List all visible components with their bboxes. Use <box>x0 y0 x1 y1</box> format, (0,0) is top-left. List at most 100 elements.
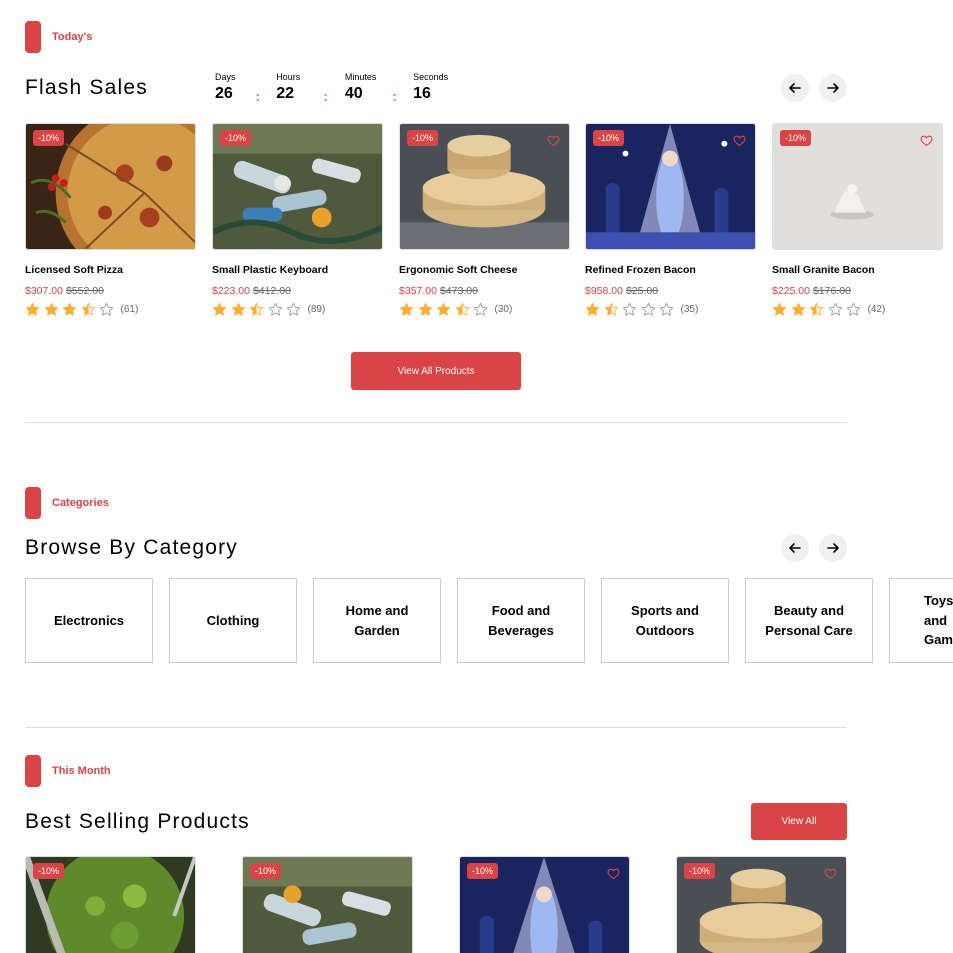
category-prev-button[interactable] <box>781 534 809 562</box>
product-image[interactable]: -10% <box>25 123 196 250</box>
review-count: (35) <box>680 304 699 315</box>
product-prices: $357.00 $473.00 <box>399 285 570 297</box>
product-image[interactable]: -10% <box>25 856 196 953</box>
product-price: $958.00 <box>585 285 623 297</box>
product-image[interactable]: -10% <box>212 123 383 250</box>
product-card[interactable]: -10% Licensed Soft Pizza $307.00 $552.00 … <box>25 123 196 317</box>
categories-tag-label: Categories <box>52 497 109 509</box>
star-icon <box>473 302 488 316</box>
arrow-left-icon <box>789 83 801 93</box>
product-old-price: $412.00 <box>252 285 291 297</box>
flash-prev-button[interactable] <box>781 74 809 102</box>
tag-bar <box>25 755 41 787</box>
star-icon <box>418 302 432 316</box>
category-card-electronics[interactable]: Electronics <box>25 578 153 663</box>
product-name[interactable]: Refined Frozen Bacon <box>585 264 756 276</box>
arrow-left-icon <box>789 543 801 553</box>
star-icon <box>286 302 301 316</box>
product-image[interactable]: -10% <box>676 856 847 953</box>
countdown-colon: : <box>255 88 261 104</box>
countdown-value: 40 <box>344 85 363 102</box>
star-icon <box>809 302 824 316</box>
arrow-right-icon <box>827 543 839 553</box>
countdown-label: Seconds <box>413 72 449 82</box>
countdown-colon: : <box>392 88 398 104</box>
product-card[interactable]: -10% <box>459 856 630 953</box>
category-next-button[interactable] <box>819 534 847 562</box>
discount-badge: -10% <box>467 863 499 879</box>
product-rating: (35) <box>585 302 756 317</box>
star-icon <box>828 302 842 316</box>
product-price: $357.00 <box>399 285 437 297</box>
product-image[interactable]: -10% <box>242 856 413 953</box>
heart-icon[interactable] <box>733 134 746 147</box>
flash-section-tag: Today's <box>25 21 92 53</box>
star-icon <box>399 302 414 316</box>
discount-badge: -10% <box>220 130 252 146</box>
review-count: (42) <box>867 304 886 315</box>
product-card[interactable]: -10% <box>242 856 413 953</box>
product-card[interactable]: -10% Refined Frozen Bacon $958.00 $25.00 … <box>585 123 756 317</box>
product-name[interactable]: Small Granite Bacon <box>772 264 943 276</box>
view-all-best-button[interactable]: View All <box>751 803 847 840</box>
star-icon <box>62 302 77 316</box>
star-icon <box>846 302 861 316</box>
product-image[interactable]: -10% <box>772 123 943 250</box>
star-icon <box>436 302 451 316</box>
discount-badge: -10% <box>593 130 625 146</box>
product-image[interactable]: -10% <box>399 123 570 250</box>
category-card-clothing[interactable]: Clothing <box>169 578 297 663</box>
countdown-days: Days 26 <box>215 72 236 104</box>
product-old-price: $473.00 <box>439 285 478 297</box>
category-card-sports-and-outdoors[interactable]: Sports and Outdoors <box>601 578 729 663</box>
product-image[interactable]: -10% <box>585 123 756 250</box>
star-icon <box>231 302 245 316</box>
heart-icon[interactable] <box>824 867 837 880</box>
countdown-value: 16 <box>413 85 431 102</box>
star-icon <box>604 302 618 316</box>
category-card-beauty-and-personal-care[interactable]: Beauty and Personal Care <box>745 578 873 663</box>
view-all-products-button[interactable]: View All Products <box>351 352 521 390</box>
star-icon <box>641 302 655 316</box>
product-name[interactable]: Licensed Soft Pizza <box>25 264 196 276</box>
product-card[interactable]: -10% Small Plastic Keyboard $223.00 $412.… <box>212 123 383 317</box>
product-card[interactable]: -10% <box>676 856 847 953</box>
countdown-label: Minutes <box>344 72 377 82</box>
flash-tag-label: Today's <box>52 31 93 43</box>
product-old-price: $176.00 <box>812 285 851 297</box>
heart-icon[interactable] <box>920 134 933 147</box>
section-divider <box>25 422 847 423</box>
arrow-right-icon <box>827 83 839 93</box>
product-old-price: $552.00 <box>65 285 104 297</box>
countdown-label: Days <box>215 72 236 82</box>
discount-badge: -10% <box>33 863 65 879</box>
countdown-label: Hours <box>276 72 301 82</box>
category-card-home-and-garden[interactable]: Home and Garden <box>313 578 441 663</box>
product-card[interactable]: -10% <box>25 856 196 953</box>
discount-badge: -10% <box>684 863 716 879</box>
flash-next-button[interactable] <box>819 74 847 102</box>
product-card[interactable]: -10% Small Granite Bacon $225.00 $176.00 … <box>772 123 943 317</box>
product-price: $223.00 <box>212 285 250 297</box>
product-prices: $223.00 $412.00 <box>212 285 383 297</box>
star-icon <box>81 302 95 316</box>
heart-icon[interactable] <box>547 134 560 147</box>
product-rating: (30) <box>399 302 570 317</box>
product-card[interactable]: -10% Ergonomic Soft Cheese $357.00 $473.0… <box>399 123 570 317</box>
star-icon <box>249 302 264 316</box>
heart-icon[interactable] <box>607 867 620 880</box>
countdown-value: 26 <box>215 85 233 102</box>
category-card-food-and-beverages[interactable]: Food and Beverages <box>457 578 585 663</box>
product-price: $307.00 <box>25 285 63 297</box>
product-name[interactable]: Ergonomic Soft Cheese <box>399 264 570 276</box>
product-image[interactable]: -10% <box>459 856 630 953</box>
star-icon <box>659 302 674 316</box>
countdown-value: 22 <box>276 85 294 102</box>
product-rating: (61) <box>25 302 196 317</box>
product-name[interactable]: Small Plastic Keyboard <box>212 264 383 276</box>
star-icon <box>99 302 114 316</box>
flash-sales-title: Flash Sales <box>25 76 148 99</box>
browse-by-category-title: Browse By Category <box>25 536 239 559</box>
countdown-hours: Hours 22 <box>276 72 300 104</box>
category-card-toys-and-games[interactable]: Toys and Games <box>889 578 953 663</box>
